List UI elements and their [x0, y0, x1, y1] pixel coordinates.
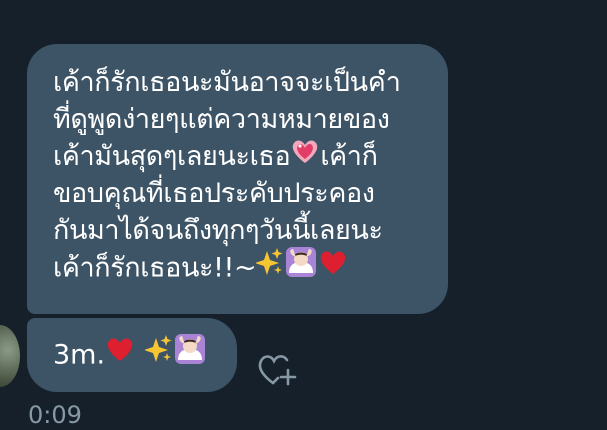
- message-line: เค้าก็รักเธอนะ!!~: [53, 247, 426, 289]
- message-bubble[interactable]: เค้าก็รักเธอนะมันอาจจะเป็นคำ ที่ดูพูดง่า…: [27, 44, 448, 314]
- message-line: ที่ดูพูดง่ายๆแต่ความหมายของ: [53, 104, 390, 135]
- add-reaction-button[interactable]: [256, 348, 300, 390]
- sparkling-heart-icon: [290, 137, 320, 175]
- avatar[interactable]: [0, 325, 20, 387]
- message-timestamp: 0:09: [28, 401, 82, 429]
- message-line: เค้าก็รักเธอนะมันอาจจะเป็นคำ: [53, 67, 401, 98]
- message-line: ขอบคุณที่เธอประคับประคอง: [53, 178, 375, 209]
- sparkles-icon: [255, 247, 284, 287]
- add-reaction-heart-icon: [256, 355, 300, 394]
- heart-hands-woman-icon: [173, 332, 207, 376]
- red-heart-icon: [318, 248, 348, 286]
- message-line: กันมาได้จนถึงทุกๆวันนี้เลยนะ: [53, 215, 383, 246]
- red-heart-icon: [105, 335, 135, 373]
- message-line: เค้ามันสุดๆเลยนะเธอ เค้าก็: [53, 138, 426, 175]
- heart-hands-woman-icon: [284, 245, 318, 289]
- sparkles-icon: [144, 334, 173, 374]
- reply-bubble[interactable]: 3m.: [27, 318, 237, 392]
- reply-text: 3m.: [53, 339, 106, 371]
- scroll-edge-mark: [545, 0, 575, 4]
